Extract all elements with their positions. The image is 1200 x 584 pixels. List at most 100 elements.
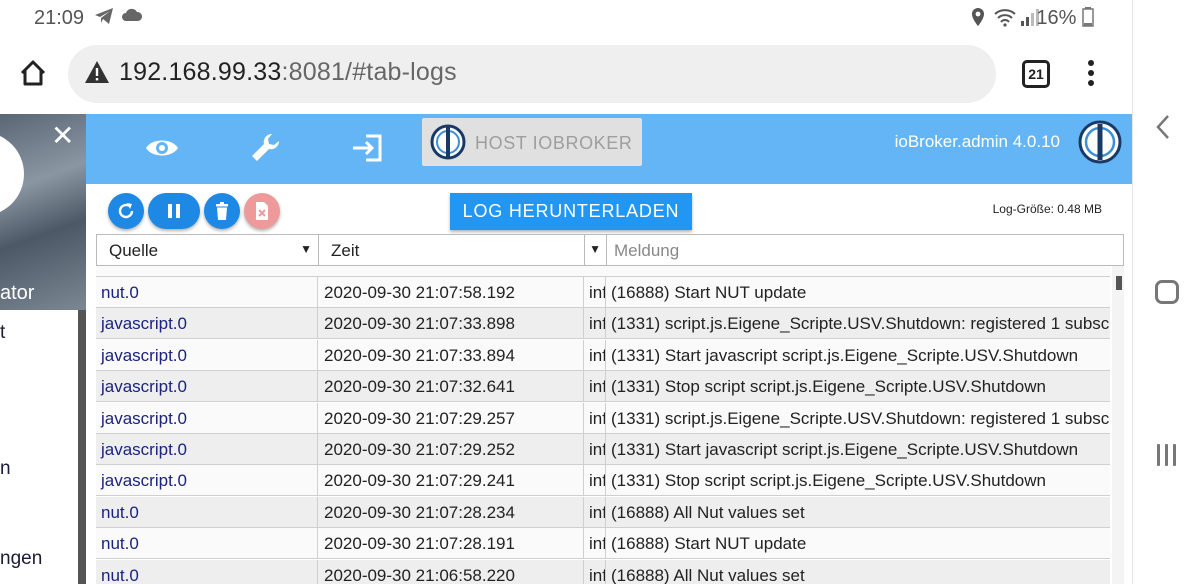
browser-toolbar: 192.168.99.33:8081/#tab-logs 21 [0,36,1132,114]
pause-button[interactable] [148,193,200,229]
host-label: HOST IOBROKER [475,133,633,153]
log-severity-cell: info [584,559,606,584]
delete-log-file-button[interactable] [244,193,280,229]
sidebar: ✕ ator t n ngen [0,114,86,584]
log-time-cell: 2020-09-30 21:07:29.257 [318,402,584,434]
time-column-header: Zeit [319,235,585,265]
log-severity-cell: info [584,465,606,497]
battery-percent: 16% [1036,7,1077,29]
location-icon [970,7,986,32]
address-bar[interactable]: 192.168.99.33:8081/#tab-logs [68,45,996,103]
log-message-cell: (1331) Start javascript script.js.Eigene… [611,345,1079,365]
table-row: javascript.02020-09-30 21:07:33.898info(… [96,308,1110,340]
log-message-cell: (16888) Start NUT update [611,534,807,554]
battery-icon [1082,7,1094,27]
sidebar-header-text: ator [0,282,35,304]
home-icon[interactable] [18,58,52,92]
log-message-cell: (1331) script.js.Eigene_Scripte.USV.Shut… [611,408,1110,428]
log-source-cell: javascript.0 [96,434,318,465]
status-bar: 21:09 16% [0,0,1132,36]
log-scrollbar-thumb[interactable] [1116,276,1122,290]
log-source-cell: nut.0 [96,559,318,584]
more-menu-icon[interactable] [1082,58,1100,88]
wrench-icon[interactable] [246,128,286,168]
table-row: javascript.02020-09-30 21:07:29.241info(… [96,465,1110,497]
severity-filter-select[interactable]: ▼ [585,235,607,265]
log-severity-cell: info [584,371,606,403]
url-text[interactable]: 192.168.99.33:8081/#tab-logs [119,58,457,87]
log-time-cell: 2020-09-30 21:07:32.641 [318,371,584,403]
time-column-label: Zeit [331,241,360,260]
sidebar-item[interactable]: n [0,458,11,480]
table-row: nut.02020-09-30 21:06:58.220info (16888) … [96,559,1110,584]
log-scrollbar[interactable] [1112,266,1124,584]
log-time-cell: 2020-09-30 21:07:29.241 [318,465,584,497]
log-severity-cell: info [584,528,606,560]
battery-status: 16% [1036,7,1094,30]
iobroker-logo-icon [1078,120,1122,164]
log-severity-cell: info [584,402,606,434]
url-host: 192.168.99.33 [119,58,282,86]
message-filter-placeholder: Meldung [614,241,680,260]
message-filter-input[interactable]: Meldung [607,235,1123,265]
log-filter-row: Quelle ▼ Zeit ▼ Meldung [96,234,1124,266]
wifi-icon [993,7,1017,32]
sidebar-scrollbar[interactable] [78,310,86,584]
log-message-cell: (1331) Stop script script.js.Eigene_Scri… [611,471,1046,491]
log-severity-cell: info [584,496,606,528]
log-message-cell: (1331) script.js.Eigene_Scripte.USV.Shut… [611,314,1110,334]
table-row [96,266,1110,277]
log-severity-cell: info [584,308,606,340]
tab-switcher-button[interactable]: 21 [1022,60,1050,88]
log-time-cell: 2020-09-30 21:07:28.234 [318,496,584,528]
log-source-cell: nut.0 [96,528,318,560]
url-path: :8081/#tab-logs [281,58,457,86]
app-header: HOST IOBROKER ioBroker.admin 4.0.10 [86,114,1132,184]
sign-in-icon[interactable] [348,128,388,168]
refresh-button[interactable] [108,193,144,229]
iobroker-page: ✕ ator t n ngen HOST IOBROKER ioBroker.a… [0,114,1132,584]
table-row: nut.02020-09-30 21:07:28.191info(16888) … [96,528,1110,560]
log-source-cell: nut.0 [96,496,318,528]
recents-icon[interactable] [1157,444,1181,471]
sidebar-item[interactable]: ngen [0,548,42,570]
log-size-text: Log-Größe: 0.48 MB [992,202,1102,216]
log-source-cell: javascript.0 [96,402,318,434]
cloud-icon [121,7,143,28]
iobroker-logo-icon [430,124,466,160]
trash-icon [216,202,228,220]
home-nav-icon[interactable] [1155,280,1179,304]
log-source-cell: javascript.0 [96,308,318,340]
log-time-cell: 2020-09-30 21:07:29.252 [318,434,584,465]
log-message-cell: (16888) All Nut values set [611,565,805,584]
source-filter-select[interactable]: Quelle ▼ [97,235,319,265]
host-button[interactable]: HOST IOBROKER [422,118,642,166]
log-severity-cell: info [584,339,606,371]
sidebar-item[interactable]: t [0,322,5,344]
download-log-button[interactable]: LOG HERUNTERLADEN [450,193,692,230]
source-filter-label: Quelle [109,241,159,260]
back-icon[interactable] [1155,114,1171,145]
table-row: javascript.02020-09-30 21:07:32.641info(… [96,371,1110,403]
eye-icon[interactable] [142,128,182,168]
log-severity-cell: info [584,277,606,308]
delete-button[interactable] [204,193,240,229]
avatar [0,132,24,216]
table-row: javascript.02020-09-30 21:07:33.894info(… [96,339,1110,371]
log-source-cell: javascript.0 [96,371,318,403]
table-row: javascript.02020-09-30 21:07:29.252info (… [96,434,1110,465]
log-severity-cell: info [584,434,606,465]
version-text: ioBroker.admin 4.0.10 [894,132,1060,151]
log-source-cell: javascript.0 [96,339,318,371]
log-message-cell: (16888) All Nut values set [611,502,805,522]
sidebar-header: ✕ ator [0,114,86,310]
table-row: javascript.02020-09-30 21:07:29.257info(… [96,402,1110,434]
close-icon[interactable]: ✕ [51,119,74,152]
log-message-cell: (1331) Start javascript script.js.Eigene… [611,440,1079,459]
dropdown-arrow-icon: ▼ [589,242,601,256]
log-time-cell: 2020-09-30 21:07:33.894 [318,339,584,371]
log-toolbar: LOG HERUNTERLADEN Log-Größe: 0.48 MB [86,184,1132,234]
log-source-cell: nut.0 [96,277,318,308]
telegram-icon [94,7,114,30]
warning-icon[interactable] [84,60,110,84]
